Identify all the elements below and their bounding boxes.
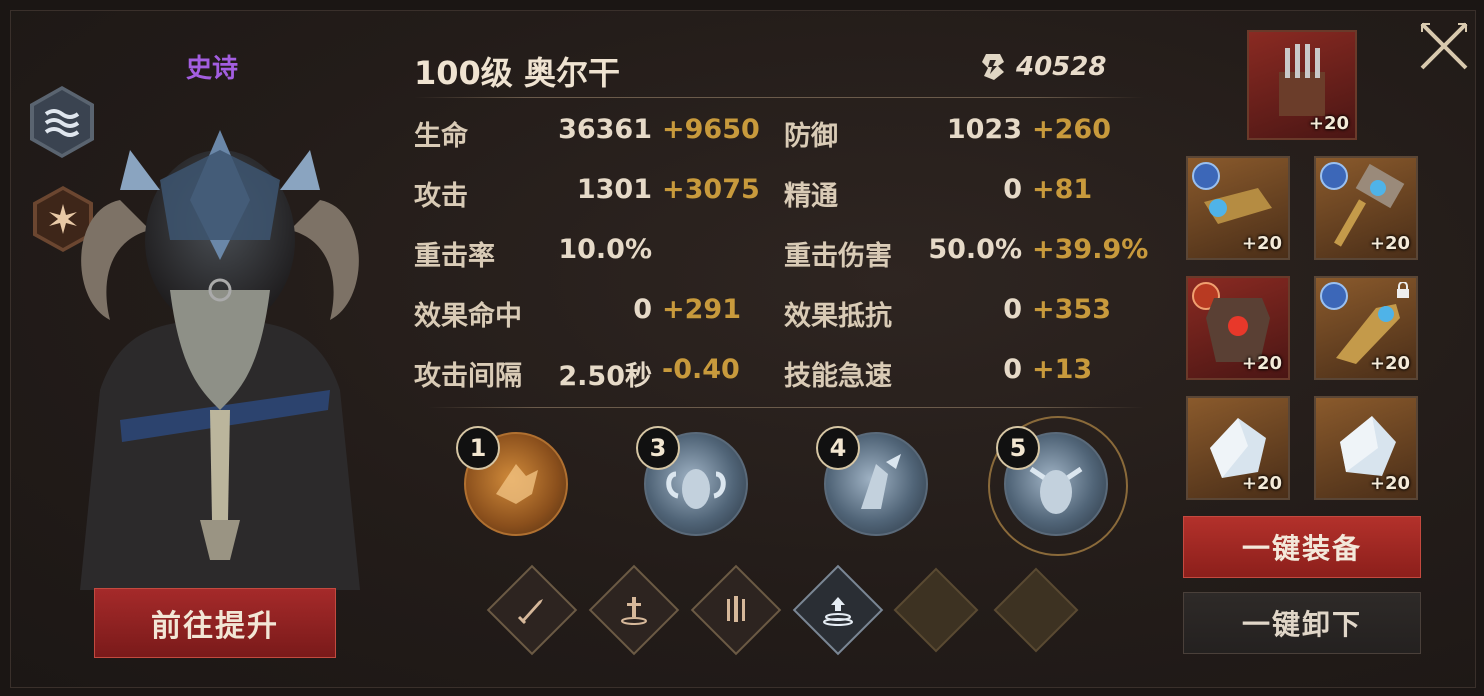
stat-row: 攻击间隔 2.50秒 -0.40 [414,354,754,394]
power-display: 40528 [980,52,1106,82]
equip-slot-hammer[interactable]: +20 [1314,156,1418,260]
skill-number: 4 [816,426,860,470]
stat-label: 防御 [784,121,838,152]
stat-row: 重击伤害 50.0% +39.9% [784,234,1148,274]
stat-label: 生命 [414,121,468,152]
stat-base: 0 [633,294,652,325]
stat-label: 技能急速 [784,361,892,392]
stat-base: 1023 [946,114,1022,145]
equip-slot-crystal-2[interactable]: +20 [1314,396,1418,500]
unequip-all-button[interactable]: 一键卸下 [1183,592,1421,654]
stat-bonus: +9650 [662,114,760,145]
stat-bonus: +39.9% [1032,234,1149,265]
equip-all-button[interactable]: 一键装备 [1183,516,1421,578]
goto-upgrade-button[interactable]: 前往提升 [94,588,336,658]
stat-row: 防御 1023 +260 [784,114,1144,154]
stat-base: 0 [1003,174,1022,205]
header-divider [414,97,1144,98]
upgrade-arrow-icon [823,597,853,626]
stat-row: 效果命中 0 +291 [414,294,754,334]
stat-base: 10.0% [558,234,652,265]
stat-label: 重击伤害 [784,241,892,272]
stat-row: 攻击 1301 +3075 [414,174,760,214]
stat-base: 1301 [576,174,652,205]
stat-bonus: +291 [662,294,741,325]
stat-base: 0 [1003,294,1022,325]
skill-number: 3 [636,426,680,470]
skill-number: 1 [456,426,500,470]
close-icon[interactable] [1416,18,1472,74]
stat-row: 技能急速 0 +13 [784,354,1144,394]
stat-row: 重击率 10.0% [414,234,754,274]
triple-blade-icon [727,596,745,622]
stat-row: 精通 0 +81 [784,174,1144,214]
hero-title: 100级 奥尔干 [414,54,620,92]
enhance-level: +20 [1308,113,1349,134]
sword-icon [517,599,543,625]
hero-portrait [80,130,360,590]
stat-row: 生命 36361 +9650 [414,114,760,154]
stat-label: 效果抵抗 [784,301,892,332]
stat-bonus: +13 [1032,354,1093,385]
enhance-level: +20 [1369,353,1410,374]
rarity-label: 史诗 [186,54,239,84]
enhance-level: +20 [1241,353,1282,374]
stat-label: 效果命中 [414,301,522,332]
stat-bonus: +81 [1032,174,1093,205]
stat-bonus: +353 [1032,294,1111,325]
enhance-level: +20 [1369,233,1410,254]
artifact-slot[interactable]: +20 [1247,30,1357,140]
stat-base: 2.50秒 [558,361,652,392]
stat-label: 重击率 [414,241,495,272]
stat-base: 0 [1003,354,1022,385]
sword-pedestal-icon [621,597,647,625]
enhance-level: +20 [1369,473,1410,494]
power-icon [982,54,1004,80]
equip-slot-crystal-1[interactable]: +20 [1186,396,1290,500]
stat-base: 50.0% [928,234,1022,265]
skill-number: 5 [996,426,1040,470]
equip-slot-armor[interactable]: +20 [1186,276,1290,380]
stat-bonus: +260 [1032,114,1111,145]
stat-base: 36361 [558,114,652,145]
stat-bonus: -0.40 [662,354,740,385]
equip-slot-gauntlet[interactable]: +20 [1314,276,1418,380]
equip-slot-bracer[interactable]: +20 [1186,156,1290,260]
stat-bonus: +3075 [662,174,760,205]
enhance-level: +20 [1241,233,1282,254]
stat-label: 精通 [784,181,838,212]
power-value: 40528 [1016,52,1107,82]
enhance-level: +20 [1241,473,1282,494]
stat-row: 效果抵抗 0 +353 [784,294,1144,334]
stat-label: 攻击 [414,181,468,212]
stat-label: 攻击间隔 [414,361,522,392]
stats-divider [428,407,1144,408]
